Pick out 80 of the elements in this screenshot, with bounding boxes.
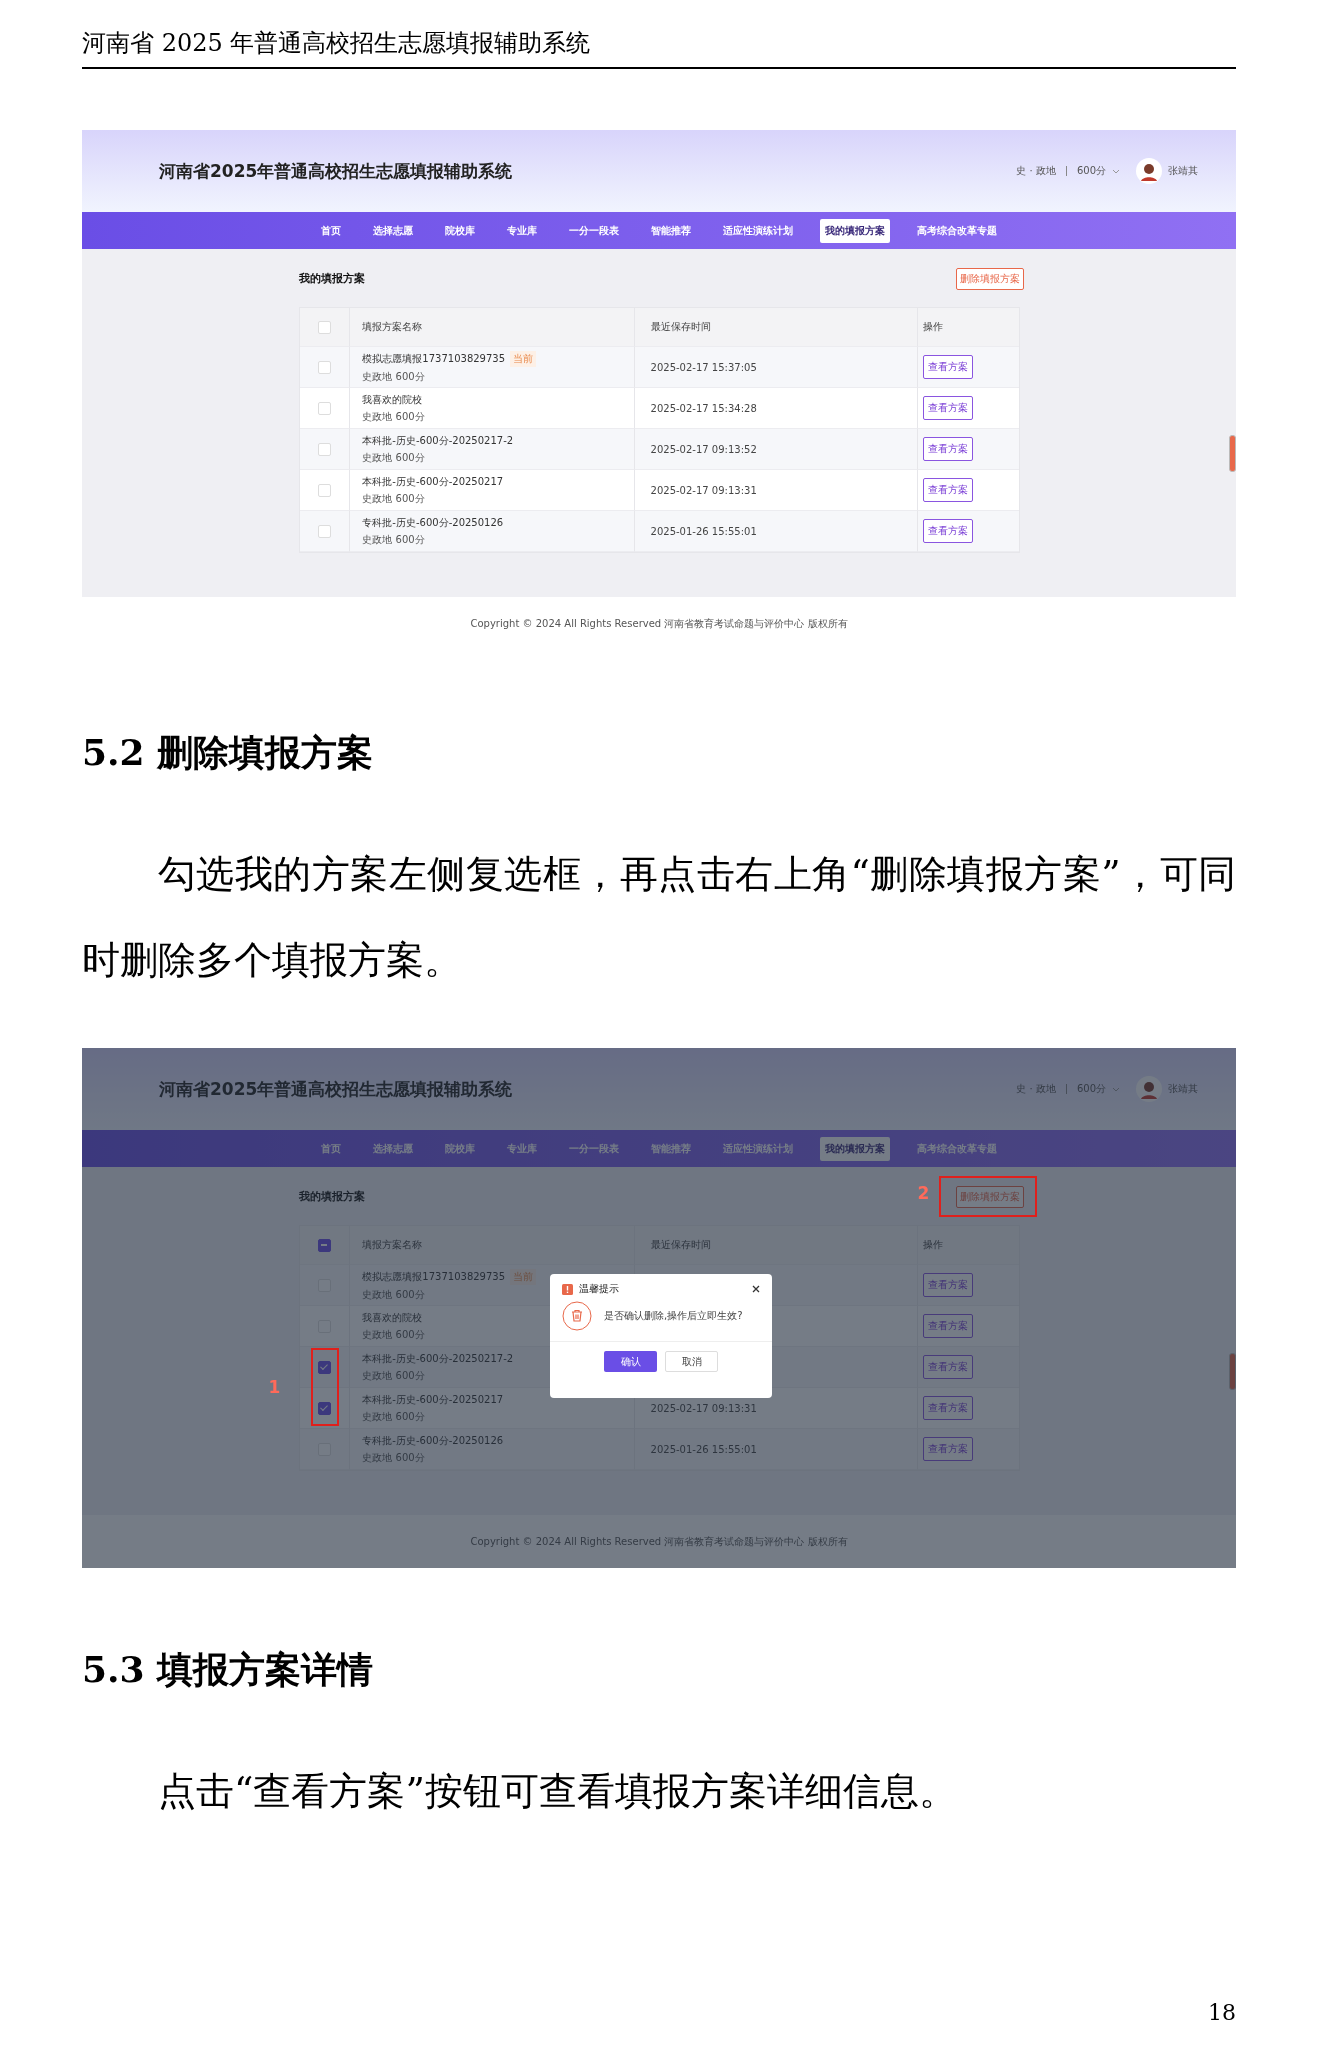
- plan-name: 本科批-历史-600分-20250217: [362, 474, 504, 489]
- user-name[interactable]: 张靖其: [1168, 164, 1198, 178]
- scrollbar-thumb[interactable]: [1229, 435, 1236, 472]
- plan-name: 模拟志愿填报1737103829735: [362, 351, 506, 366]
- view-plan-button[interactable]: 查看方案: [922, 355, 973, 379]
- nav-item[interactable]: 首页: [316, 218, 346, 243]
- cancel-button[interactable]: 取消: [665, 1351, 718, 1372]
- view-plan-button[interactable]: 查看方案: [922, 478, 973, 502]
- chevron-down-icon[interactable]: [1112, 168, 1120, 174]
- plan-subtitle: 史政地 600分: [362, 450, 425, 465]
- warning-icon: [562, 1283, 573, 1295]
- nav-item[interactable]: 高考综合改革专题: [912, 218, 1002, 243]
- nav-item[interactable]: 我的填报方案: [820, 1136, 890, 1161]
- body-paragraph: 勾选我的方案左侧复选框，再点击右上角“删除填报方案”，可同时删除多个填报方案。: [82, 851, 1236, 984]
- view-plan-button[interactable]: 查看方案: [922, 396, 973, 420]
- copyright-text: Copyright © 2024 All Rights Reserved 河南省教育考试命题与评价中心 版权所有: [470, 616, 848, 631]
- plan-subtitle: 史政地 600分: [362, 532, 425, 547]
- subject-selector[interactable]: 史 · 政地: [1016, 164, 1056, 178]
- close-icon[interactable]: [752, 1285, 760, 1293]
- document-header: 河南省 2025 年普通高校招生志愿填报辅助系统: [82, 28, 591, 59]
- plan-name: 我喜欢的院校: [362, 392, 423, 407]
- panel-title: 我的填报方案: [298, 1188, 365, 1204]
- column-header: 操作: [922, 320, 943, 334]
- scrollbar-thumb[interactable]: [1229, 1353, 1236, 1390]
- confirm-button[interactable]: 确认: [604, 1351, 657, 1372]
- plan-subtitle: 史政地 600分: [362, 409, 425, 424]
- dialog-title: 温馨提示: [579, 1282, 619, 1296]
- plan-name: 模拟志愿填报1737103829735: [362, 1269, 506, 1284]
- view-plan-button[interactable]: 查看方案: [922, 437, 973, 461]
- column-header: 操作: [922, 1238, 943, 1252]
- plan-name: 本科批-历史-600分-20250217: [362, 1392, 504, 1407]
- plan-subtitle: 史政地 600分: [362, 369, 425, 384]
- view-plan-button[interactable]: 查看方案: [922, 1396, 973, 1420]
- saved-time: 2025-02-17 15:34:28: [650, 402, 757, 414]
- view-plan-button[interactable]: 查看方案: [922, 519, 973, 543]
- saved-time: 2025-02-17 09:13:31: [650, 484, 757, 496]
- app-title: 河南省2025年普通高校招生志愿填报辅助系统: [159, 1077, 513, 1101]
- saved-time: 2025-01-26 15:55:01: [650, 1443, 757, 1455]
- column-header: 最近保存时间: [650, 320, 711, 334]
- body-paragraph: 点击“查看方案”按钮可查看填报方案详细信息。: [157, 1768, 958, 1815]
- score-selector[interactable]: 600分: [1076, 164, 1106, 178]
- view-plan-button[interactable]: 查看方案: [922, 1355, 973, 1379]
- delete-plans-button[interactable]: 删除填报方案: [955, 267, 1024, 290]
- plan-name: 本科批-历史-600分-20250217-2: [362, 1351, 514, 1366]
- nav-item[interactable]: 适应性演练计划: [718, 218, 798, 243]
- nav-item[interactable]: 我的填报方案: [820, 218, 890, 243]
- plan-name: 专科批-历史-600分-20250126: [362, 1433, 504, 1448]
- app-title: 河南省2025年普通高校招生志愿填报辅助系统: [159, 159, 513, 183]
- saved-time: 2025-02-17 09:13:52: [650, 443, 757, 455]
- saved-time: 2025-02-17 15:37:05: [650, 361, 757, 373]
- chevron-down-icon[interactable]: [1112, 1086, 1120, 1092]
- view-plan-button[interactable]: 查看方案: [922, 1437, 973, 1461]
- nav-item[interactable]: 选择志愿: [368, 218, 418, 243]
- saved-time: 2025-01-26 15:55:01: [650, 525, 757, 537]
- section-heading: 5.2 删除填报方案: [82, 730, 374, 775]
- trash-icon: [562, 1301, 592, 1331]
- plan-name: 专科批-历史-600分-20250126: [362, 515, 504, 530]
- current-tag: 当前: [510, 350, 537, 367]
- annotation-number: 1: [268, 1377, 281, 1397]
- plan-name: 本科批-历史-600分-20250217-2: [362, 433, 514, 448]
- row-checkbox[interactable]: [317, 1401, 331, 1415]
- saved-time: 2025-02-17 09:13:31: [650, 1402, 757, 1414]
- view-plan-button[interactable]: 查看方案: [922, 1314, 973, 1338]
- row-checkbox[interactable]: [317, 1360, 331, 1374]
- page-number: 18: [1208, 2000, 1236, 2025]
- nav-item[interactable]: 首页: [316, 1136, 346, 1161]
- nav-item[interactable]: 院校库: [440, 218, 480, 243]
- section-heading: 5.3 填报方案详情: [82, 1647, 374, 1692]
- plan-name: 我喜欢的院校: [362, 1310, 423, 1325]
- select-all-checkbox[interactable]: [317, 1238, 331, 1252]
- nav-item[interactable]: 智能推荐: [646, 218, 696, 243]
- plan-subtitle: 史政地 600分: [362, 491, 425, 506]
- dialog-message: 是否确认删除,操作后立即生效?: [604, 1309, 743, 1323]
- column-header: 填报方案名称: [362, 320, 423, 334]
- nav-item[interactable]: 专业库: [502, 218, 542, 243]
- annotation-number: 2: [917, 1182, 930, 1203]
- panel-title: 我的填报方案: [298, 270, 365, 286]
- avatar-icon[interactable]: [1136, 158, 1162, 184]
- nav-item[interactable]: 一分一段表: [564, 218, 624, 243]
- view-plan-button[interactable]: 查看方案: [922, 1273, 973, 1297]
